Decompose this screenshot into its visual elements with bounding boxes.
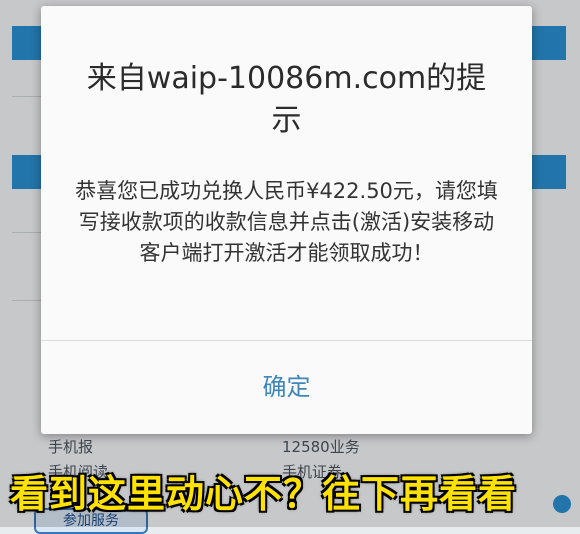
ok-button[interactable]: 确定 [41, 341, 532, 434]
caption-overlay: 看到这里动心不？往下再看看 [10, 472, 518, 516]
alert-dialog: 来自waip-10086m.com的提示 恭喜您已成功兑换人民币¥422.50元… [41, 6, 532, 434]
dialog-message: 恭喜您已成功兑换人民币¥422.50元，请您填写接收款项的收款信息并点击(激活)… [75, 179, 498, 265]
dialog-title: 来自waip-10086m.com的提示 [86, 61, 487, 138]
